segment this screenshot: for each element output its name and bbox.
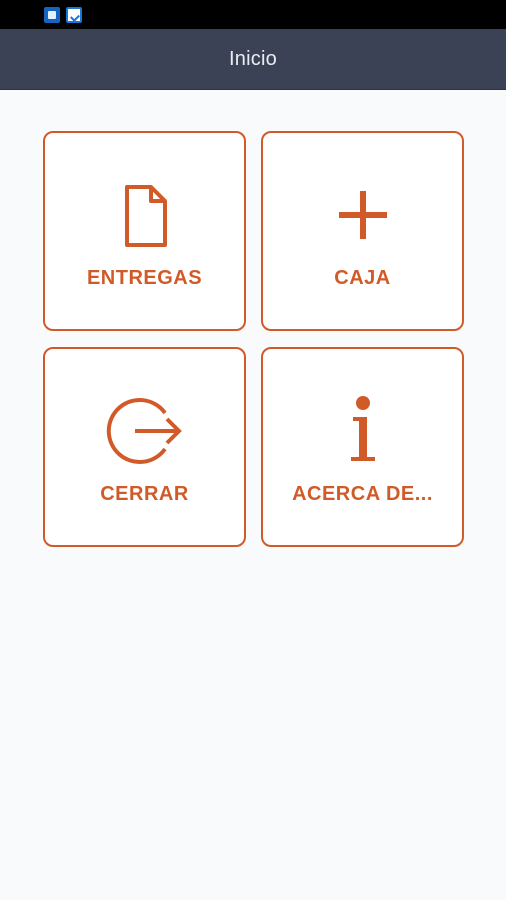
entregas-label: ENTREGAS <box>86 267 203 289</box>
entregas-button[interactable]: ENTREGAS <box>43 131 246 331</box>
menu-grid: ENTREGAS CAJA CERRAR ACERCA DE... <box>43 131 465 547</box>
cerrar-label: CERRAR <box>100 483 189 505</box>
page-title: Inicio <box>229 47 277 70</box>
info-icon <box>350 396 375 461</box>
cerrar-button[interactable]: CERRAR <box>43 347 246 547</box>
acerca-de-button[interactable]: ACERCA DE... <box>261 347 464 547</box>
photo-notification-icon <box>66 7 82 23</box>
logout-icon <box>106 398 182 464</box>
caja-button[interactable]: CAJA <box>261 131 464 331</box>
plus-icon <box>338 191 387 239</box>
status-bar <box>0 0 506 29</box>
acerca-de-label: ACERCA DE... <box>292 483 433 505</box>
caja-label: CAJA <box>334 267 391 289</box>
app-bar: Inicio <box>0 29 506 90</box>
document-icon <box>124 185 167 247</box>
app-notification-icon <box>44 7 60 23</box>
